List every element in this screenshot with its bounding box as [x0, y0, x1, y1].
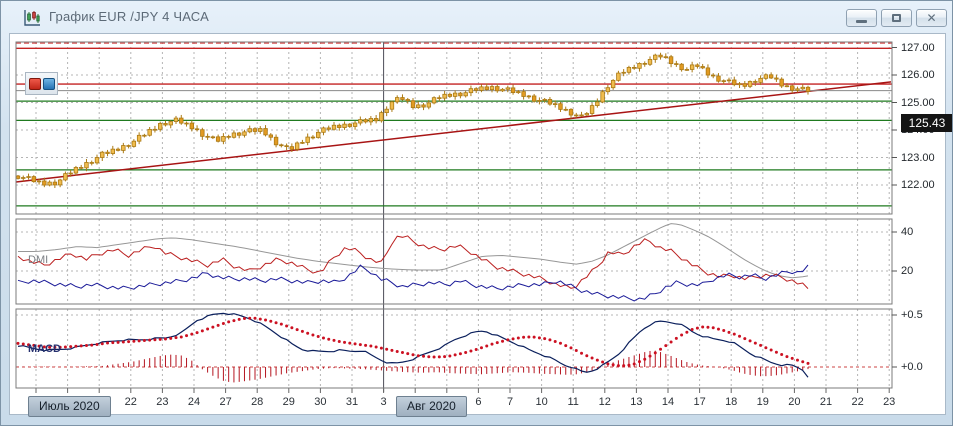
- chart-content-area: 127.00126.00125.00124.00123.00122.004020…: [9, 33, 946, 415]
- month-badge-july: Июль 2020: [28, 396, 111, 417]
- month-badge-august: Авг 2020: [396, 396, 467, 417]
- dmi-pane-label: DMI: [28, 254, 48, 266]
- macd-pane-label: MACD: [28, 343, 61, 355]
- chart-canvas[interactable]: [2, 2, 953, 426]
- sell-square-button[interactable]: [29, 78, 41, 90]
- quick-trade-toolbar: [25, 72, 58, 95]
- chart-window: График EUR /JPY 4 ЧАСА ✕ 127.00126.00125…: [0, 0, 953, 426]
- buy-square-button[interactable]: [43, 78, 55, 90]
- current-price-badge: 125.43: [901, 114, 953, 132]
